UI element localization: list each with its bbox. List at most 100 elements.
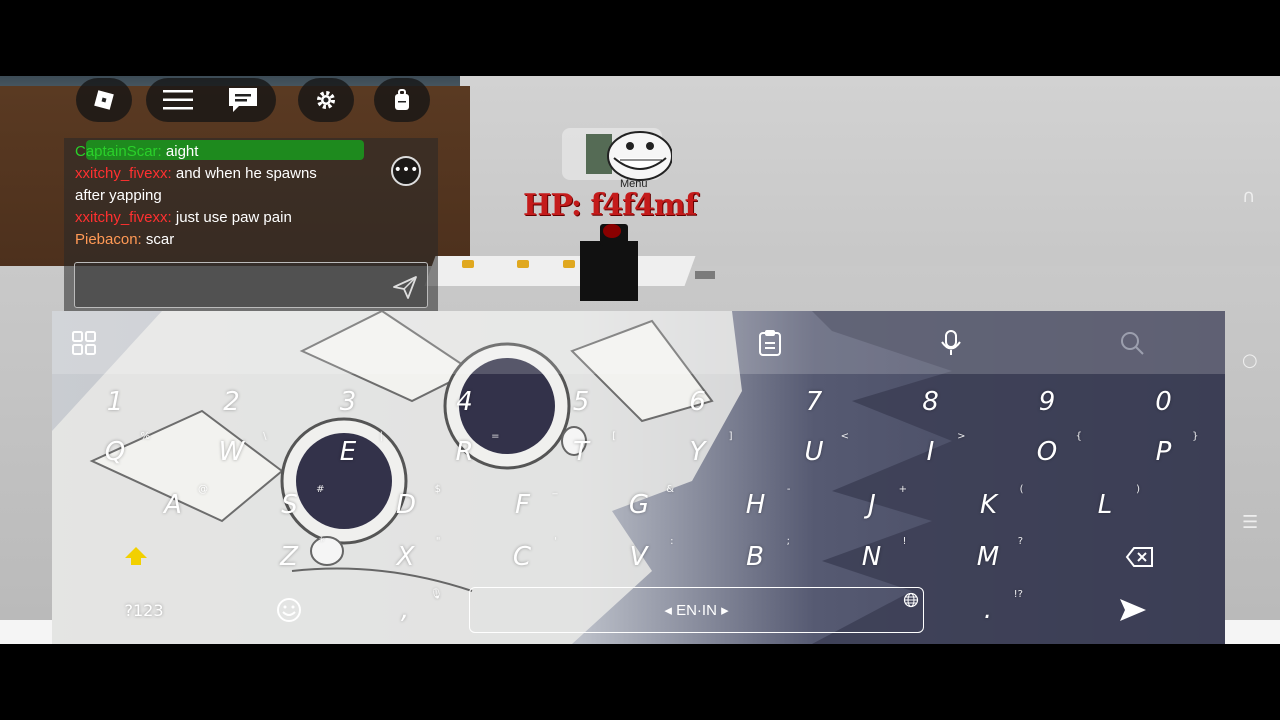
key-9[interactable]: 9 [1002, 379, 1092, 425]
key-g[interactable]: G & [594, 482, 684, 528]
chat-username: CaptainScar: [75, 143, 162, 160]
chat-icon[interactable] [227, 86, 259, 114]
emoji-key[interactable] [244, 587, 334, 633]
period-key[interactable]: . !? [943, 587, 1033, 633]
key-6-label: 6 [689, 387, 706, 417]
key-g-label: G [628, 490, 650, 520]
key-m[interactable]: M? [943, 534, 1033, 580]
chat-message: xxitchy_fivexx: just use paw pain [75, 207, 292, 229]
key-b[interactable]: B; [710, 534, 800, 580]
key-d-hint: $ [434, 484, 441, 495]
key-0[interactable]: 0 [1119, 379, 1209, 425]
home-circle-icon[interactable]: ○ [1242, 350, 1258, 371]
roblox-logo-icon [94, 90, 114, 110]
space-key[interactable]: ◂ EN·IN ▸ [469, 587, 924, 633]
key-2[interactable]: 2 [187, 379, 277, 425]
key-5[interactable]: 5 [536, 379, 626, 425]
chat-message: Piebacon: scar [75, 229, 174, 251]
key-w[interactable]: W \ [187, 429, 277, 475]
chat-message: xxitchy_fivexx: and when he spawns [75, 163, 317, 185]
key-7-label: 7 [805, 387, 823, 417]
key-x[interactable]: X " [361, 534, 451, 580]
settings-button[interactable] [298, 78, 354, 122]
backspace-key[interactable] [1095, 534, 1185, 580]
clipboard-icon[interactable] [752, 325, 788, 361]
comma-key[interactable]: , 🎙 [360, 587, 450, 633]
emoji-icon [277, 598, 301, 622]
key-e-label: E [339, 437, 357, 467]
key-c[interactable]: C ' [477, 534, 567, 580]
send-arrow-icon [1120, 599, 1146, 621]
block [695, 271, 715, 279]
key-y[interactable]: Y] [653, 429, 743, 475]
key-1[interactable]: 1 [70, 379, 160, 425]
period-key-hint: !? [1013, 589, 1023, 600]
roblox-menu-button[interactable] [76, 78, 132, 122]
key-v-hint: : [670, 536, 674, 547]
key-8[interactable]: 8 [886, 379, 976, 425]
coin [563, 260, 575, 268]
key-r[interactable]: R = [420, 429, 510, 475]
send-icon[interactable] [391, 273, 419, 301]
key-v[interactable]: V: [594, 534, 684, 580]
coin [517, 260, 529, 268]
key-p[interactable]: P} [1119, 429, 1209, 475]
key-3-label: 3 [339, 387, 357, 417]
backspace-icon [1125, 547, 1153, 567]
key-l-label: L [1097, 490, 1113, 520]
search-icon[interactable] [1114, 325, 1150, 361]
key-a[interactable]: A @ [128, 482, 218, 528]
backpack-button[interactable] [374, 78, 430, 122]
key-m-label: M [976, 542, 1000, 572]
shift-key[interactable] [91, 534, 181, 580]
key-o[interactable]: O{ [1002, 429, 1092, 475]
key-6[interactable]: 6 [653, 379, 743, 425]
key-h[interactable]: H- [711, 482, 801, 528]
key-3[interactable]: 3 [303, 379, 393, 425]
headphones-icon[interactable]: ∩ [1242, 186, 1255, 207]
key-0-label: 0 [1155, 387, 1172, 417]
chat-window: CaptainScar: aight xxitchy_fivexx: and w… [64, 138, 438, 312]
key-f[interactable]: F _ [478, 482, 568, 528]
key-h-hint: - [786, 484, 791, 495]
arrow-right-icon: ▸ [716, 602, 729, 619]
enter-key[interactable] [1088, 587, 1178, 633]
key-t[interactable]: T[ [536, 429, 626, 475]
key-l[interactable]: L) [1060, 482, 1150, 528]
key-7[interactable]: 7 [769, 379, 859, 425]
symbols-key[interactable]: ?123 [99, 587, 189, 633]
chat-text: and when he spawns [175, 165, 317, 182]
key-r-label: R [455, 437, 474, 467]
chat-more-button[interactable]: ••• [391, 156, 421, 186]
key-q-hint: % [140, 431, 150, 442]
key-j-hint: + [898, 484, 907, 495]
key-u-hint: < [840, 431, 849, 442]
key-j[interactable]: J + [827, 482, 917, 528]
key-n-label: N [861, 542, 882, 572]
key-1-label: 1 [106, 387, 124, 417]
key-e[interactable]: E | [303, 429, 393, 475]
key-z[interactable]: Z * [244, 534, 334, 580]
key-i-label: I [926, 437, 935, 467]
period-key-label: . [983, 595, 993, 625]
apps-grid-icon[interactable] [66, 325, 102, 361]
key-q[interactable]: Q% [70, 429, 160, 475]
microphone-icon[interactable] [933, 325, 969, 361]
key-i[interactable]: I > [886, 429, 976, 475]
key-u[interactable]: U < [769, 429, 859, 475]
chat-input[interactable] [74, 262, 428, 308]
key-e-hint: | [379, 431, 383, 442]
hamburger-icon[interactable] [163, 89, 193, 111]
key-y-label: Y [689, 437, 706, 467]
key-k[interactable]: K( [944, 482, 1034, 528]
key-s[interactable]: S # [245, 482, 335, 528]
key-k-hint: ( [1019, 484, 1024, 495]
key-4[interactable]: 4 [420, 379, 510, 425]
key-d[interactable]: D $ [361, 482, 451, 528]
menu-lines-icon[interactable]: ☰ [1242, 512, 1258, 533]
key-8-label: 8 [922, 387, 939, 417]
key-n[interactable]: N! [827, 534, 917, 580]
key-b-hint: ; [786, 536, 790, 547]
chat-username: xxitchy_fivexx: [75, 165, 172, 182]
player-avatar[interactable] [580, 241, 638, 301]
